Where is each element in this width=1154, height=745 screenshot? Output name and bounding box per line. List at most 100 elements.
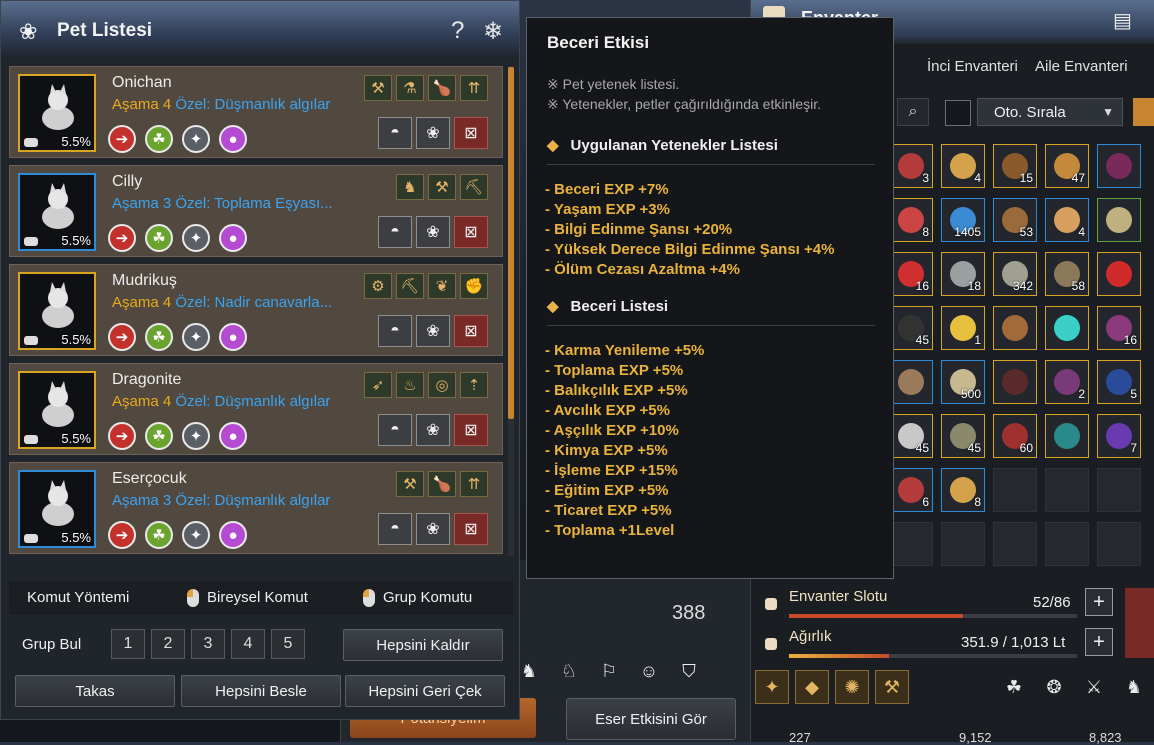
empty-inventory-slot[interactable] <box>1097 522 1141 566</box>
trash-button[interactable] <box>1125 588 1154 658</box>
paw-button[interactable]: ❀ <box>416 216 450 248</box>
inventory-slot[interactable]: 8 <box>889 198 933 242</box>
document-icon[interactable]: ▤ <box>1113 8 1132 33</box>
pet-portrait[interactable]: 5.5% <box>18 470 96 548</box>
group-button-4[interactable]: 4 <box>231 629 265 659</box>
inventory-slot[interactable]: 1405 <box>941 198 985 242</box>
pet-list-scroll-thumb[interactable] <box>508 67 514 419</box>
horse-head-icon[interactable]: ♞ <box>1117 670 1151 704</box>
empty-inventory-slot[interactable] <box>1045 522 1089 566</box>
empty-inventory-slot[interactable] <box>941 522 985 566</box>
empty-inventory-slot[interactable] <box>1097 468 1141 512</box>
inventory-slot[interactable]: 6 <box>889 468 933 512</box>
compass-command-icon[interactable]: ✦ <box>182 125 210 153</box>
recall-box-button[interactable]: ⊠ <box>454 315 488 347</box>
bag-command-icon[interactable]: ● <box>219 224 247 252</box>
expand-weight-button[interactable]: + <box>1085 628 1113 656</box>
inventory-slot[interactable]: 45 <box>889 306 933 350</box>
inventory-slot[interactable]: 53 <box>993 198 1037 242</box>
inventory-checkbox[interactable] <box>945 100 971 126</box>
pet-portrait[interactable]: 5.5% <box>18 371 96 449</box>
pet-card[interactable]: 5.5% Mudrikuş Aşama 4 Özel: Nadir canava… <box>9 264 503 356</box>
bag-command-icon[interactable]: ● <box>219 323 247 351</box>
inventory-slot[interactable]: 2 <box>1045 360 1089 404</box>
feed-all-button[interactable]: Hepsini Besle <box>181 675 341 707</box>
inventory-slot[interactable]: 47 <box>1045 144 1089 188</box>
recall-box-button[interactable]: ⊠ <box>454 414 488 446</box>
compass-command-icon[interactable]: ✦ <box>182 224 210 252</box>
inventory-slot[interactable] <box>1045 414 1089 458</box>
inventory-slot[interactable]: 4 <box>1045 198 1089 242</box>
recall-all-button[interactable]: Hepsini Geri Çek <box>345 675 505 707</box>
inventory-slot[interactable]: 45 <box>889 414 933 458</box>
grid-view-button[interactable] <box>1133 98 1154 126</box>
pet-portrait[interactable]: 5.5% <box>18 173 96 251</box>
recall-box-button[interactable]: ⊠ <box>454 216 488 248</box>
loot-command-icon[interactable]: ☘ <box>145 125 173 153</box>
inventory-slot[interactable]: 3 <box>889 144 933 188</box>
crystal-icon[interactable]: ❂ <box>1037 670 1071 704</box>
hammer-icon[interactable]: ⚒ <box>875 670 909 704</box>
loot-command-icon[interactable]: ☘ <box>145 323 173 351</box>
shield-icon[interactable]: ⛉ <box>672 656 706 686</box>
group-button-2[interactable]: 2 <box>151 629 185 659</box>
inventory-slot[interactable]: 5 <box>1097 360 1141 404</box>
pet-card[interactable]: 5.5% Onichan Aşama 4 Özel: Düşmanlık alg… <box>9 66 503 158</box>
inventory-slot[interactable]: 342 <box>993 252 1037 296</box>
inventory-slot[interactable] <box>1045 306 1089 350</box>
pet-portrait[interactable]: 5.5% <box>18 74 96 152</box>
compass-command-icon[interactable]: ✦ <box>182 422 210 450</box>
pet-card[interactable]: 5.5% Cilly Aşama 3 Özel: Toplama Eşyası.… <box>9 165 503 257</box>
inventory-slot[interactable]: 15 <box>993 144 1037 188</box>
run-icon[interactable]: ⚐ <box>592 656 626 686</box>
follow-command-icon[interactable]: ➔ <box>108 125 136 153</box>
compass-command-icon[interactable]: ✦ <box>182 323 210 351</box>
feed-bowl-button[interactable]: ◓ <box>378 414 412 446</box>
empty-inventory-slot[interactable] <box>993 522 1037 566</box>
feed-bowl-button[interactable]: ◓ <box>378 216 412 248</box>
inventory-slot[interactable]: 60 <box>993 414 1037 458</box>
search-icon[interactable]: ⌕ <box>897 98 929 126</box>
gem-icon[interactable]: ◆ <box>795 670 829 704</box>
inventory-slot[interactable] <box>889 360 933 404</box>
tool-icon[interactable]: ⚔ <box>1077 670 1111 704</box>
inventory-slot[interactable]: 7 <box>1097 414 1141 458</box>
loot-command-icon[interactable]: ☘ <box>145 224 173 252</box>
trade-button[interactable]: Takas <box>15 675 175 707</box>
follow-command-icon[interactable]: ➔ <box>108 224 136 252</box>
individual-command-option[interactable]: Bireysel Komut <box>207 589 308 606</box>
inventory-slot[interactable]: 16 <box>1097 306 1141 350</box>
inventory-slot[interactable]: 45 <box>941 414 985 458</box>
pet-card[interactable]: 5.5% Eserçocuk Aşama 3 Özel: Düşmanlık a… <box>9 462 503 554</box>
recall-box-button[interactable]: ⊠ <box>454 117 488 149</box>
inventory-slot[interactable]: 18 <box>941 252 985 296</box>
paw-button[interactable]: ❀ <box>416 414 450 446</box>
inventory-slot[interactable]: 500 <box>941 360 985 404</box>
tab-family-inventory[interactable]: Aile Envanteri <box>1035 58 1128 75</box>
bag-command-icon[interactable]: ● <box>219 422 247 450</box>
empty-inventory-slot[interactable] <box>1045 468 1089 512</box>
person-icon[interactable]: ☺ <box>632 656 666 686</box>
recall-box-button[interactable]: ⊠ <box>454 513 488 545</box>
snowflake-icon[interactable]: ❄ <box>483 17 503 46</box>
inventory-slot[interactable]: 1 <box>941 306 985 350</box>
horse-icon[interactable]: ♘ <box>552 656 586 686</box>
feed-bowl-button[interactable]: ◓ <box>378 315 412 347</box>
pet-card[interactable]: 5.5% Dragonite Aşama 4 Özel: Düşmanlık a… <box>9 363 503 455</box>
follow-command-icon[interactable]: ➔ <box>108 521 136 549</box>
tab-pearl-inventory[interactable]: İnci Envanteri <box>927 58 1018 75</box>
empty-inventory-slot[interactable] <box>889 522 933 566</box>
artifact-effect-button[interactable]: Eser Etkisini Gör <box>566 698 736 740</box>
bag-command-icon[interactable]: ● <box>219 521 247 549</box>
expand-slot-button[interactable]: + <box>1085 588 1113 616</box>
empty-inventory-slot[interactable] <box>993 468 1037 512</box>
help-icon[interactable]: ? <box>451 17 464 45</box>
inventory-slot[interactable]: 16 <box>889 252 933 296</box>
inventory-slot[interactable]: 8 <box>941 468 985 512</box>
group-command-option[interactable]: Grup Komutu <box>383 589 472 606</box>
feed-bowl-button[interactable]: ◓ <box>378 117 412 149</box>
inventory-slot[interactable] <box>993 360 1037 404</box>
compass-command-icon[interactable]: ✦ <box>182 521 210 549</box>
loot-command-icon[interactable]: ☘ <box>145 521 173 549</box>
spell-icon[interactable]: ✺ <box>835 670 869 704</box>
